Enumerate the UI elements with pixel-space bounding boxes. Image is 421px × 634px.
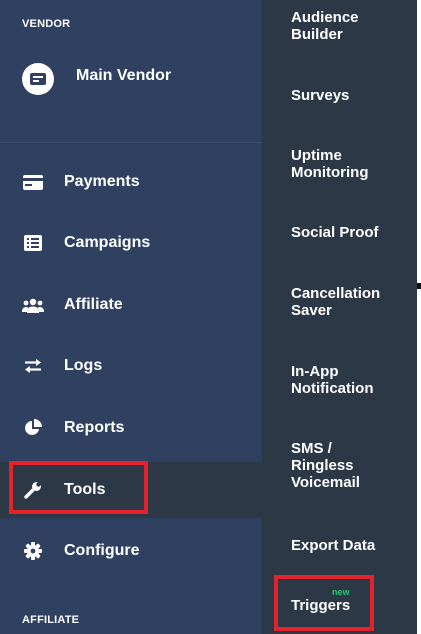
- sidebar-item-label: Configure: [64, 542, 140, 559]
- list-icon: [22, 233, 44, 253]
- sidebar-item-reports[interactable]: Reports: [0, 400, 262, 456]
- sidebar-item-logs[interactable]: Logs: [0, 338, 262, 394]
- pie-chart-icon: [22, 418, 44, 438]
- submenu-item-export-data[interactable]: Export Data: [291, 537, 375, 554]
- sidebar-item-label: Payments: [64, 173, 140, 190]
- vendor-logo-icon: [22, 63, 54, 95]
- users-icon: [22, 295, 44, 315]
- sidebar-item-campaigns[interactable]: Campaigns: [0, 215, 262, 271]
- submenu-item-cancellation-saver[interactable]: Cancellation Saver: [291, 285, 380, 319]
- vendor-name: Main Vendor: [76, 67, 172, 84]
- main-sidebar: VENDOR Main Vendor Payments Campaigns Af…: [0, 0, 262, 634]
- vendor-selector[interactable]: Main Vendor: [22, 62, 171, 96]
- gear-icon: [22, 541, 44, 561]
- sidebar-item-payments[interactable]: Payments: [0, 154, 262, 210]
- vendor-section-label: VENDOR: [22, 18, 71, 30]
- sidebar-item-configure[interactable]: Configure: [0, 523, 262, 579]
- credit-card-icon: [22, 172, 44, 192]
- submenu-item-triggers[interactable]: Triggers: [291, 597, 350, 614]
- sidebar-item-label: Campaigns: [64, 234, 151, 251]
- sidebar-item-label: Logs: [64, 357, 103, 374]
- sidebar-item-label: Affiliate: [64, 296, 123, 313]
- sidebar-item-label: Tools: [64, 481, 106, 498]
- submenu-item-social-proof[interactable]: Social Proof: [291, 224, 379, 241]
- exchange-icon: [22, 356, 44, 376]
- submenu-item-sms-ringless-voicemail[interactable]: SMS / Ringless Voicemail: [291, 440, 360, 491]
- wrench-icon: [22, 480, 44, 500]
- sidebar-item-label: Reports: [64, 419, 125, 436]
- sidebar-item-affiliate[interactable]: Affiliate: [0, 277, 262, 333]
- tools-submenu: Audience Builder Surveys Uptime Monitori…: [262, 0, 417, 634]
- sidebar-item-tools[interactable]: Tools: [0, 462, 262, 518]
- sidebar-divider: [0, 142, 262, 143]
- submenu-item-surveys[interactable]: Surveys: [291, 87, 349, 104]
- affiliate-section-label: AFFILIATE: [22, 614, 80, 626]
- new-badge: new: [332, 587, 350, 597]
- submenu-item-uptime-monitoring[interactable]: Uptime Monitoring: [291, 147, 368, 181]
- submenu-item-in-app-notification[interactable]: In-App Notification: [291, 363, 374, 397]
- submenu-item-audience-builder[interactable]: Audience Builder: [291, 9, 359, 43]
- edge-mark: [417, 283, 421, 289]
